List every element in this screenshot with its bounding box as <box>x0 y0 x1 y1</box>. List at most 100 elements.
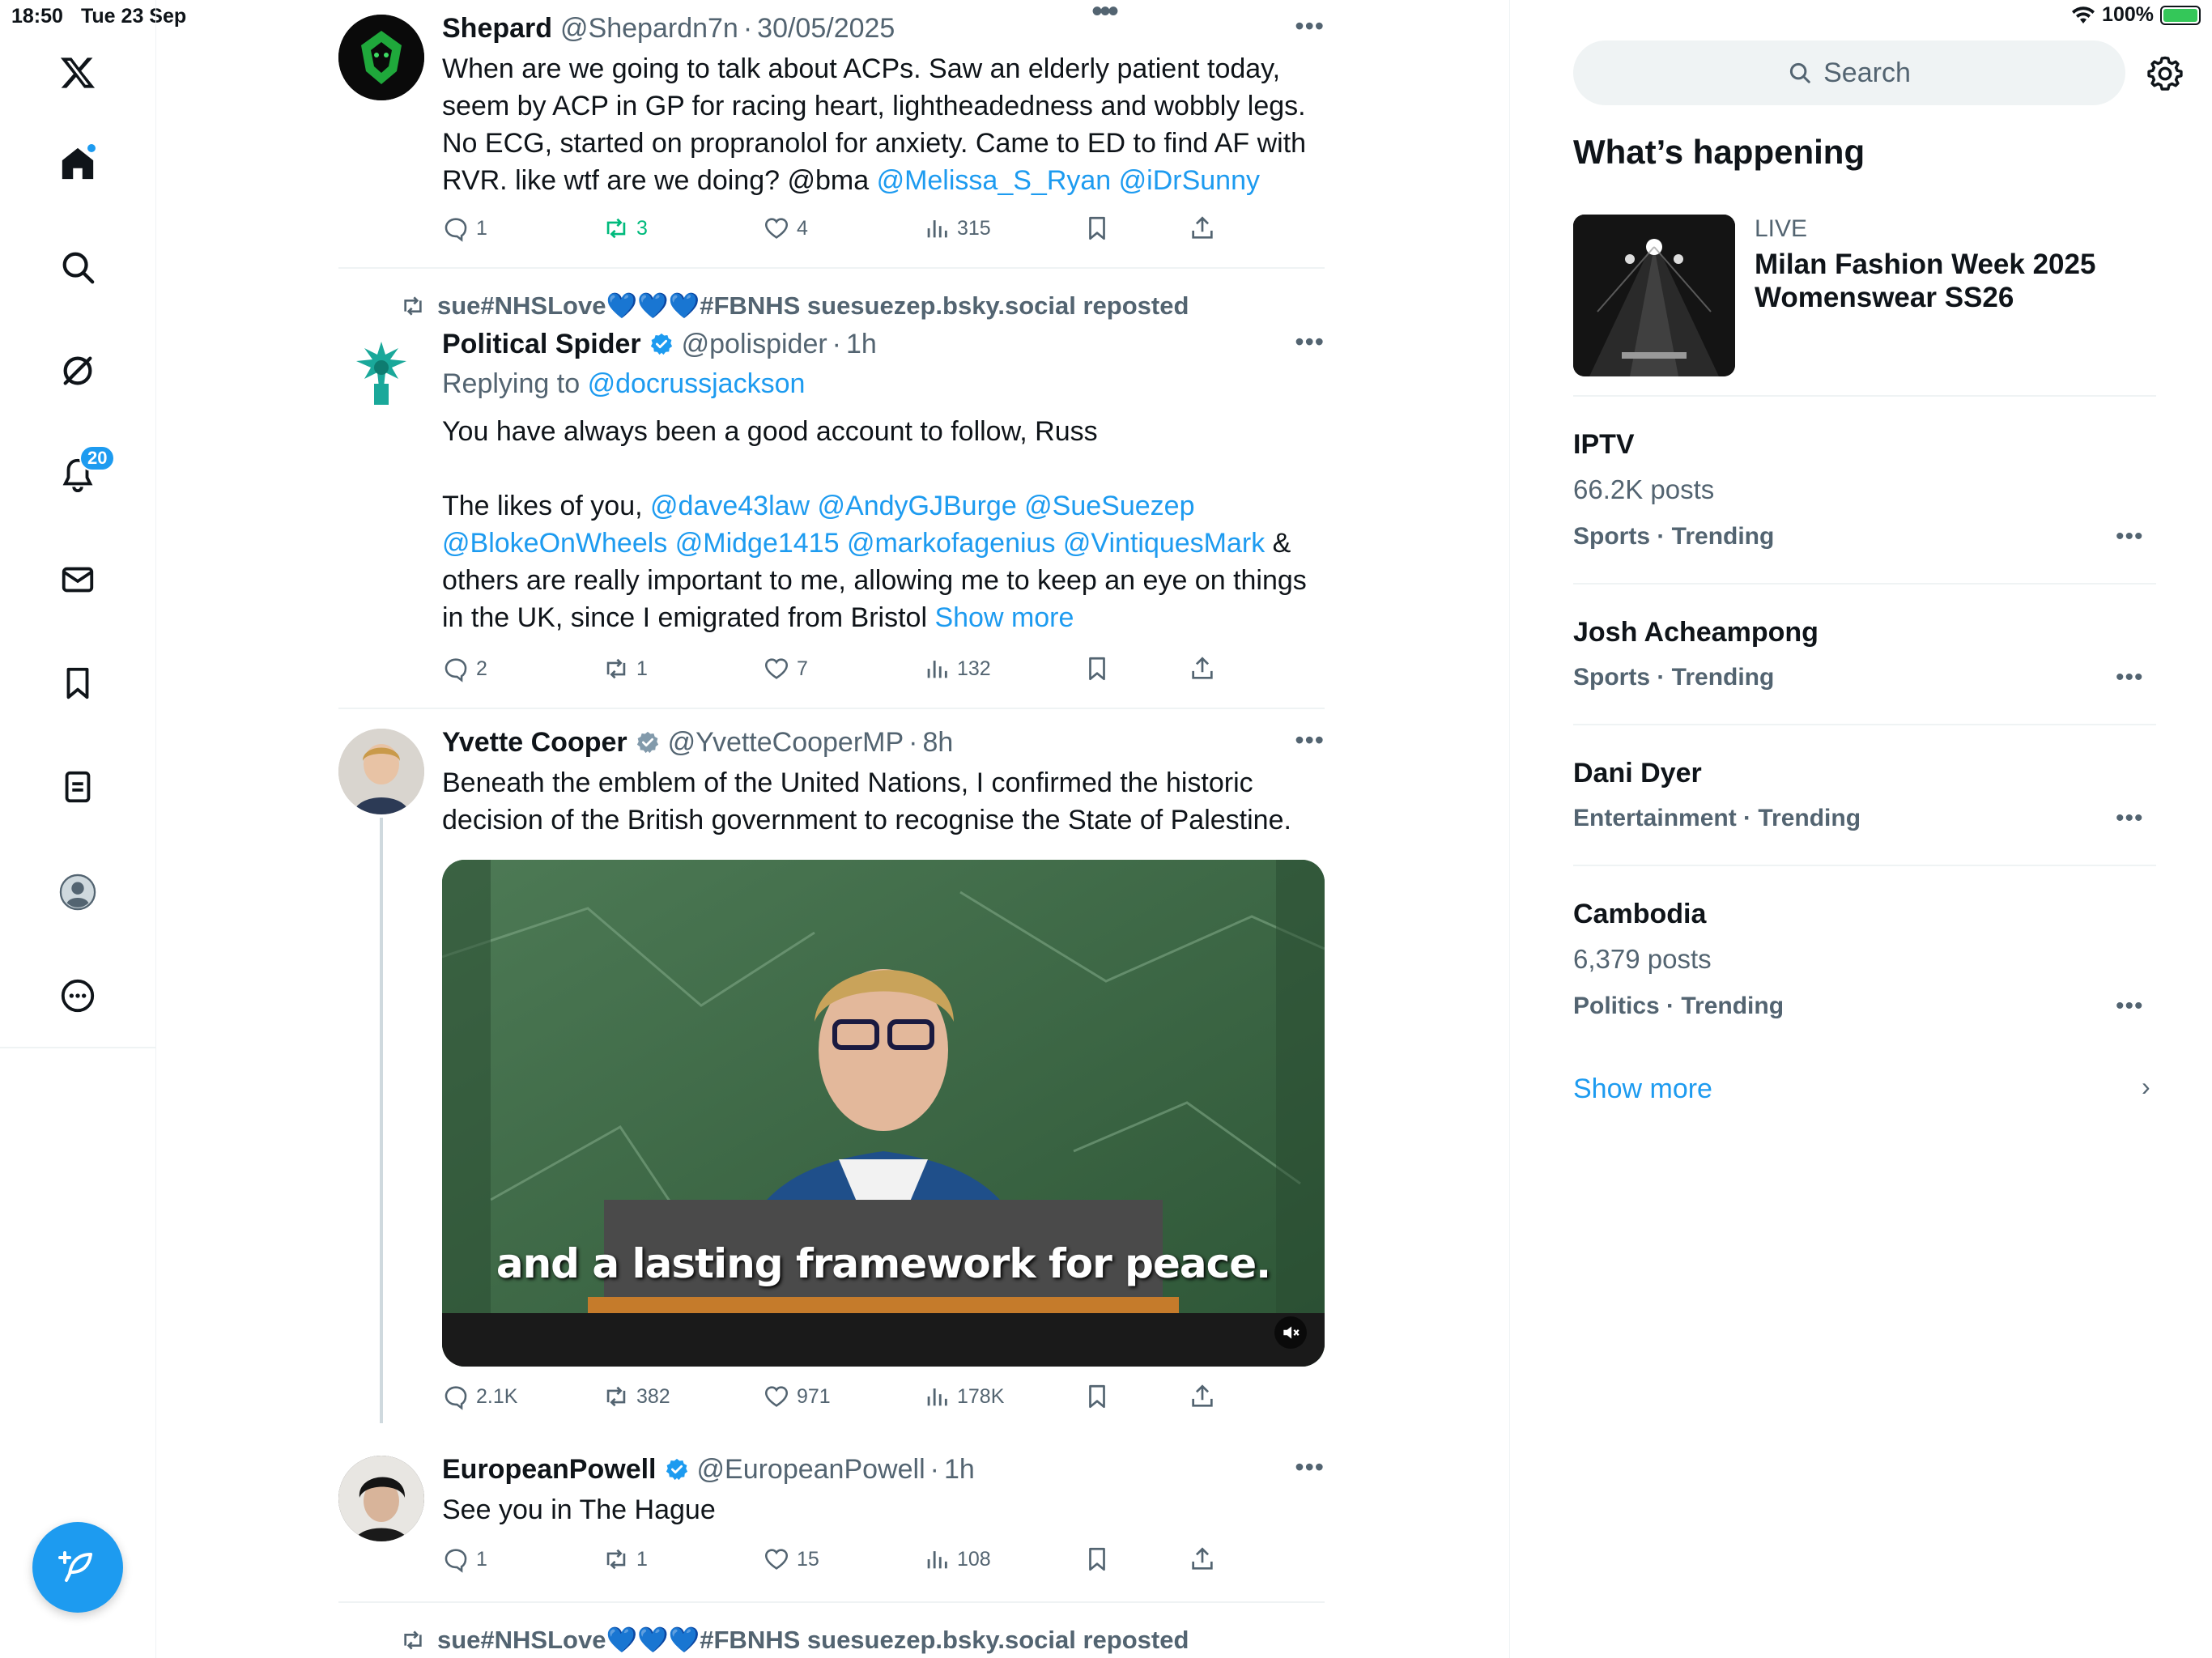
tweet-header: Political Spider @polispider · 1h <box>442 327 1325 361</box>
like-count: 15 <box>797 1547 819 1571</box>
views-count: 108 <box>957 1547 991 1571</box>
avatar-political-spider[interactable] <box>338 330 424 416</box>
more-options-icon[interactable]: ••• <box>1295 327 1325 356</box>
trend-more-icon[interactable]: ••• <box>2116 805 2144 832</box>
tweet-header: Yvette Cooper @YvetteCooperMP · 8h <box>442 725 1325 759</box>
bookmark-icon <box>1089 1547 1105 1571</box>
share-icon <box>1192 216 1213 239</box>
avatar-shepard[interactable] <box>338 15 424 100</box>
retweet-button[interactable]: 3 <box>602 210 648 246</box>
trend-divider <box>1573 865 2156 866</box>
views-count: 132 <box>957 657 991 680</box>
trend-posts: 66.2K posts <box>1573 474 1715 504</box>
share-button[interactable] <box>1189 210 1216 246</box>
retweet-button[interactable]: 1 <box>602 651 648 687</box>
like-button[interactable]: 4 <box>763 210 808 246</box>
reply-button[interactable]: 1 <box>442 1541 487 1577</box>
tweet-political-spider[interactable]: Political Spider @polispider · 1h ••• Re… <box>338 327 1325 708</box>
sidebar-item-messages[interactable] <box>45 547 110 612</box>
reply-button[interactable]: 2 <box>442 651 487 687</box>
live-event-title[interactable]: Milan Fashion Week 2025 Womenswear SS26 <box>1755 248 2143 314</box>
tweet-time[interactable]: 30/05/2025 <box>757 11 895 45</box>
author-handle[interactable]: @polispider <box>682 327 827 361</box>
repost-context[interactable]: sue#NHSLove💙💙💙#FBNHS suesuezep.bsky.soci… <box>400 1624 1189 1656</box>
reply-icon <box>445 218 467 242</box>
author-name[interactable]: Yvette Cooper <box>442 725 627 759</box>
avatar-european-powell[interactable] <box>338 1456 424 1541</box>
compose-button[interactable] <box>32 1522 123 1613</box>
list-icon <box>65 771 91 803</box>
show-more-link[interactable]: Show more <box>934 602 1074 633</box>
compose-feather-icon <box>58 1551 92 1582</box>
tweet-actions: 1 3 4 315 <box>442 210 1252 246</box>
reply-button[interactable]: 1 <box>442 210 487 246</box>
tweet-shepard[interactable]: Shepard @Shepardn7n · 30/05/2025 ••• Whe… <box>338 11 1325 267</box>
mail-icon <box>62 567 94 593</box>
sidebar-item-notifications[interactable]: 20 <box>45 442 116 507</box>
x-logo-icon[interactable] <box>45 40 110 105</box>
like-button[interactable]: 15 <box>763 1541 819 1577</box>
grok-icon <box>63 356 92 385</box>
more-options-icon[interactable]: ••• <box>1295 11 1325 40</box>
reply-icon <box>445 658 467 682</box>
tweet-european-powell[interactable]: EuropeanPowell @EuropeanPowell · 1h ••• … <box>338 1452 1325 1598</box>
author-handle[interactable]: @YvetteCooperMP <box>668 725 904 759</box>
x-logo-icon <box>60 57 96 88</box>
search-input[interactable]: Search <box>1573 40 2125 105</box>
author-name[interactable]: Shepard <box>442 11 552 45</box>
like-button[interactable]: 971 <box>763 1379 831 1414</box>
tweet-time[interactable]: 1h <box>944 1452 975 1486</box>
live-event-thumbnail[interactable] <box>1573 215 1735 376</box>
author-handle[interactable]: @EuropeanPowell <box>697 1452 925 1486</box>
sidebar-item-explore[interactable] <box>45 235 110 300</box>
sidebar-item-profile[interactable] <box>45 860 110 925</box>
retweet-count: 1 <box>636 1547 648 1571</box>
author-name[interactable]: Political Spider <box>442 327 641 361</box>
trend-more-icon[interactable]: ••• <box>2116 993 2144 1020</box>
sidebar-item-home[interactable] <box>45 131 110 196</box>
share-button[interactable] <box>1189 651 1216 687</box>
views-chart-icon <box>927 1551 947 1569</box>
sidebar-item-grok[interactable] <box>45 338 110 403</box>
trend-more-icon[interactable]: ••• <box>2116 523 2144 551</box>
like-button[interactable]: 7 <box>763 651 808 687</box>
tweet-mentions[interactable]: @Melissa_S_Ryan @iDrSunny <box>877 165 1260 196</box>
trend-more-icon[interactable]: ••• <box>2116 664 2144 691</box>
show-more-trends-link[interactable]: Show more <box>1573 1073 1712 1105</box>
sidebar-item-lists[interactable] <box>45 755 110 819</box>
tweet-video[interactable]: and a lasting framework for peace. <box>442 860 1325 1367</box>
bookmark-button[interactable] <box>1083 1541 1111 1577</box>
mute-icon[interactable] <box>1274 1316 1307 1349</box>
like-count: 971 <box>797 1384 831 1408</box>
views-button[interactable]: 178K <box>923 1379 1004 1414</box>
author-name[interactable]: EuropeanPowell <box>442 1452 657 1486</box>
avatar-yvette-cooper[interactable] <box>338 729 424 814</box>
tweet-time[interactable]: 1h <box>846 327 877 361</box>
reply-button[interactable]: 2.1K <box>442 1379 517 1414</box>
bookmark-button[interactable] <box>1083 210 1111 246</box>
sidebar-item-bookmarks[interactable] <box>45 651 110 716</box>
tweet-actions: 1 1 15 108 <box>442 1541 1252 1577</box>
repost-context[interactable]: sue#NHSLove💙💙💙#FBNHS suesuezep.bsky.soci… <box>400 290 1189 322</box>
retweet-button[interactable]: 1 <box>602 1541 648 1577</box>
more-options-icon[interactable]: ••• <box>1295 725 1325 755</box>
profile-icon <box>59 874 96 911</box>
views-button[interactable]: 132 <box>923 651 991 687</box>
settings-gear-icon[interactable] <box>2146 55 2184 92</box>
more-options-icon[interactable]: ••• <box>1295 1452 1325 1482</box>
tweet-actions: 2 1 7 132 <box>442 651 1252 687</box>
share-button[interactable] <box>1189 1379 1216 1414</box>
author-handle[interactable]: @Shepardn7n <box>560 11 738 45</box>
views-button[interactable]: 108 <box>923 1541 991 1577</box>
bookmark-button[interactable] <box>1083 1379 1111 1414</box>
tweet-time[interactable]: 8h <box>923 725 954 759</box>
share-icon <box>1192 1384 1213 1407</box>
views-button[interactable]: 315 <box>923 210 991 246</box>
more-circle-icon <box>61 979 95 1013</box>
bookmark-button[interactable] <box>1083 651 1111 687</box>
replying-to-handle[interactable]: @docrussjackson <box>588 368 806 399</box>
share-button[interactable] <box>1189 1541 1216 1577</box>
retweet-icon <box>606 1386 626 1407</box>
retweet-button[interactable]: 382 <box>602 1379 670 1414</box>
sidebar-item-more[interactable] <box>45 963 110 1028</box>
